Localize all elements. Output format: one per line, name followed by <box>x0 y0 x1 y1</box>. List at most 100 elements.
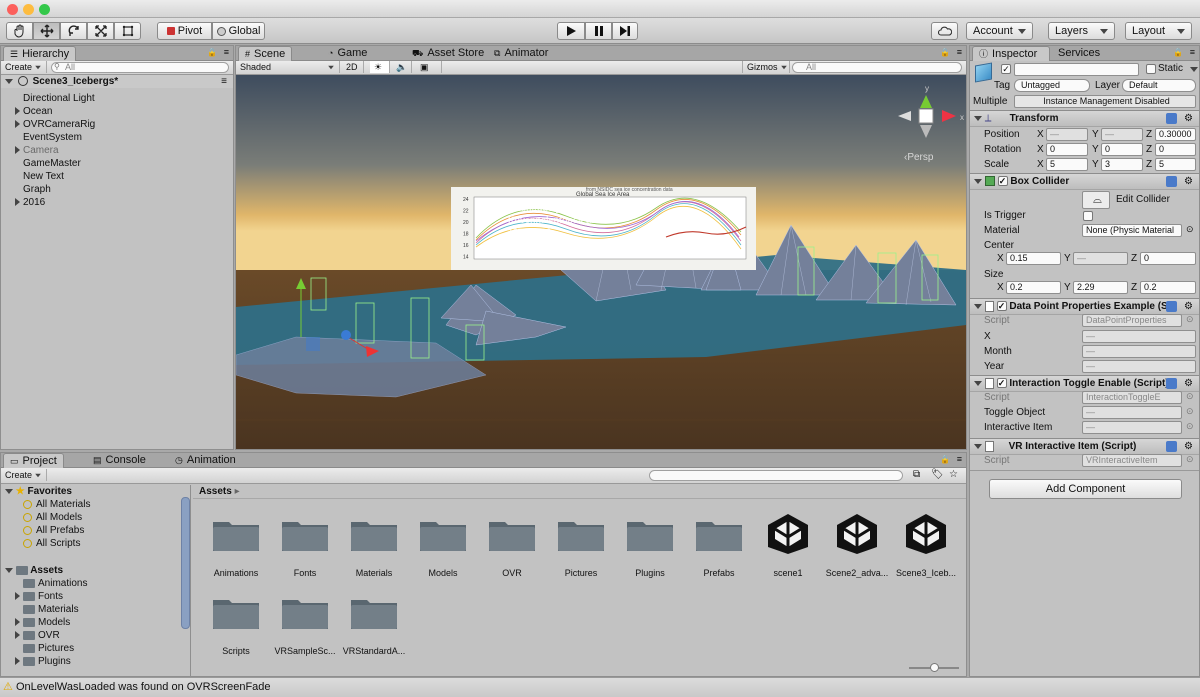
transform-z-field[interactable]: 0 <box>1155 143 1196 156</box>
asset-folder[interactable]: Prefabs <box>684 506 754 578</box>
vr-item-header[interactable]: VR Interactive Item (Script) ⚙ <box>970 438 1199 455</box>
help-icon[interactable] <box>1166 441 1177 452</box>
size-y-field[interactable]: 2.29 <box>1073 281 1128 294</box>
hierarchy-item[interactable]: EventSystem <box>1 131 233 144</box>
transform-header[interactable]: ⟂ Transform ⚙ <box>970 110 1199 127</box>
physic-material-field[interactable]: None (Physic Material <box>1082 224 1182 237</box>
hierarchy-search-input[interactable]: All <box>51 62 229 73</box>
expand-arrow-icon[interactable] <box>15 592 20 601</box>
asset-tree-item[interactable]: OVR <box>1 629 190 642</box>
center-x-field[interactable]: 0.15 <box>1006 252 1061 265</box>
favorite-star-icon[interactable]: ☆ <box>949 469 958 480</box>
panel-menu-icon[interactable]: ≡ <box>1190 47 1195 57</box>
expand-arrow-icon[interactable] <box>5 488 13 494</box>
active-checkbox[interactable]: ✓ <box>1001 64 1011 74</box>
hierarchy-item[interactable]: Directional Light <box>1 92 233 105</box>
asset-scene[interactable]: scene1 <box>753 506 823 578</box>
tab-console[interactable]: ▤ Console <box>87 453 152 468</box>
create-dropdown[interactable]: Create <box>1 61 48 73</box>
transform-y-field[interactable]: 3 <box>1101 158 1143 171</box>
effects-dropdown[interactable]: ▣ <box>416 61 442 73</box>
object-picker-icon[interactable]: ⊙ <box>1186 391 1194 402</box>
asset-folder[interactable]: VRStandardA... <box>339 584 409 656</box>
favorite-item[interactable]: All Scripts <box>1 537 190 550</box>
scene-viewport[interactable]: from NSIDC sea ice concentration data Gl… <box>236 75 966 449</box>
asset-tree-item[interactable]: Models <box>1 616 190 629</box>
object-reference-field[interactable]: — <box>1082 421 1182 434</box>
filter-by-label-icon[interactable]: 🏷 <box>931 469 944 480</box>
hierarchy-item[interactable]: Graph <box>1 183 233 196</box>
account-dropdown[interactable]: Account <box>966 22 1033 40</box>
tab-animator[interactable]: ⧉ Animator <box>488 46 554 61</box>
hierarchy-item[interactable]: GameMaster <box>1 157 233 170</box>
breadcrumb-assets[interactable]: Assets <box>199 486 232 497</box>
expand-arrow-icon[interactable] <box>974 443 982 449</box>
transform-y-field[interactable]: 0 <box>1101 143 1143 156</box>
tab-inspector[interactable]: ⓘ Inspector <box>972 46 1050 61</box>
chevron-down-icon[interactable] <box>1190 67 1198 72</box>
settings-gear-icon[interactable]: ⚙ <box>1184 376 1193 392</box>
rect-tool-button[interactable] <box>114 22 141 40</box>
panel-menu-icon[interactable]: ≡ <box>957 47 962 57</box>
layer-dropdown[interactable]: Default <box>1122 79 1196 92</box>
box-collider-header[interactable]: ✓ Box Collider ⚙ <box>970 173 1199 190</box>
center-z-field[interactable]: 0 <box>1140 252 1196 265</box>
static-checkbox[interactable] <box>1146 64 1156 74</box>
hierarchy-item[interactable]: New Text <box>1 170 233 183</box>
asset-folder[interactable]: Animations <box>201 506 271 578</box>
asset-folder[interactable]: Fonts <box>270 506 340 578</box>
expand-arrow-icon[interactable] <box>5 78 13 84</box>
status-message[interactable]: OnLevelWasLoaded was found on OVRScreenF… <box>16 681 271 693</box>
tab-services[interactable]: Services <box>1052 46 1106 61</box>
filter-by-type-icon[interactable]: ⧉ <box>913 469 920 480</box>
lighting-toggle[interactable]: ☀ <box>370 61 390 73</box>
project-search-input[interactable] <box>649 470 903 481</box>
transform-x-field[interactable]: 0 <box>1046 143 1088 156</box>
settings-gear-icon[interactable]: ⚙ <box>1184 174 1193 190</box>
lock-icon[interactable]: 🔒 <box>1173 48 1183 57</box>
object-picker-icon[interactable]: ⊙ <box>1186 406 1194 417</box>
asset-folder[interactable]: Materials <box>339 506 409 578</box>
object-picker-icon[interactable]: ⊙ <box>1186 454 1194 465</box>
layers-dropdown[interactable]: Layers <box>1048 22 1115 40</box>
expand-arrow-icon[interactable] <box>15 618 20 627</box>
field-value[interactable]: — <box>1082 330 1196 343</box>
tab-asset-store[interactable]: ⛟ Asset Store <box>406 46 490 61</box>
expand-arrow-icon[interactable] <box>974 115 982 121</box>
asset-tree-item[interactable]: Pictures <box>1 642 190 655</box>
hierarchy-item[interactable]: Camera <box>1 144 233 157</box>
field-value[interactable]: — <box>1082 360 1196 373</box>
assets-root-row[interactable]: Assets <box>1 564 190 577</box>
expand-arrow-icon[interactable] <box>974 178 982 184</box>
tab-project[interactable]: ▭ Project <box>3 453 64 468</box>
help-icon[interactable] <box>1166 378 1177 389</box>
object-picker-icon[interactable]: ⊙ <box>1186 314 1194 325</box>
data-point-enabled-checkbox[interactable]: ✓ <box>996 301 1007 312</box>
close-window-button[interactable] <box>7 4 18 15</box>
zoom-window-button[interactable] <box>39 4 50 15</box>
help-icon[interactable] <box>1166 113 1177 124</box>
size-x-field[interactable]: 0.2 <box>1006 281 1061 294</box>
center-y-field[interactable]: — <box>1073 252 1128 265</box>
transform-z-field[interactable]: 0.30000 <box>1155 128 1196 141</box>
hierarchy-item[interactable]: Ocean <box>1 105 233 118</box>
asset-folder[interactable]: VRSampleSc... <box>270 584 340 656</box>
object-name-field[interactable] <box>1014 63 1139 76</box>
transform-z-field[interactable]: 5 <box>1155 158 1196 171</box>
transform-x-field[interactable]: — <box>1046 128 1088 141</box>
transform-x-field[interactable]: 5 <box>1046 158 1088 171</box>
lock-icon[interactable]: 🔒 <box>940 48 950 57</box>
script-reference-field[interactable]: InteractionToggleE <box>1082 391 1182 404</box>
tab-game[interactable]: ◔ Game <box>322 46 373 61</box>
panel-menu-icon[interactable]: ≡ <box>224 47 229 57</box>
tab-animation[interactable]: ◷ Animation <box>169 453 242 468</box>
interaction-toggle-enabled-checkbox[interactable]: ✓ <box>996 378 1007 389</box>
scene-search-input[interactable]: All <box>792 62 962 73</box>
tag-dropdown[interactable]: Untagged <box>1014 79 1090 92</box>
asset-folder[interactable]: Pictures <box>546 506 616 578</box>
script-reference-field[interactable]: DataPointProperties <box>1082 314 1182 327</box>
create-dropdown[interactable]: Create <box>1 469 48 481</box>
asset-folder[interactable]: OVR <box>477 506 547 578</box>
data-point-header[interactable]: ✓ Data Point Properties Example (Sc ⚙ <box>970 298 1199 315</box>
lock-icon[interactable]: 🔒 <box>940 455 950 464</box>
